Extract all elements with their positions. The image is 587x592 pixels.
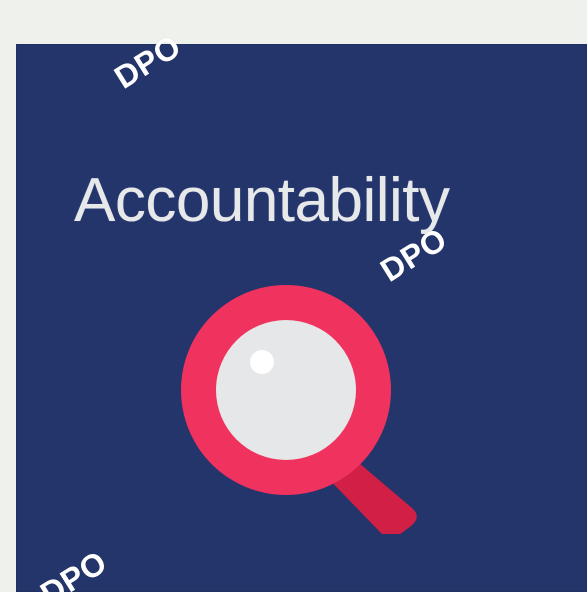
magnifier-lens (216, 320, 356, 460)
screen: Accountability DPO DPO DPO (0, 0, 587, 592)
magnifier-highlight (250, 350, 274, 374)
magnifying-glass-icon (181, 285, 417, 534)
slide-title: Accountability (74, 166, 450, 235)
